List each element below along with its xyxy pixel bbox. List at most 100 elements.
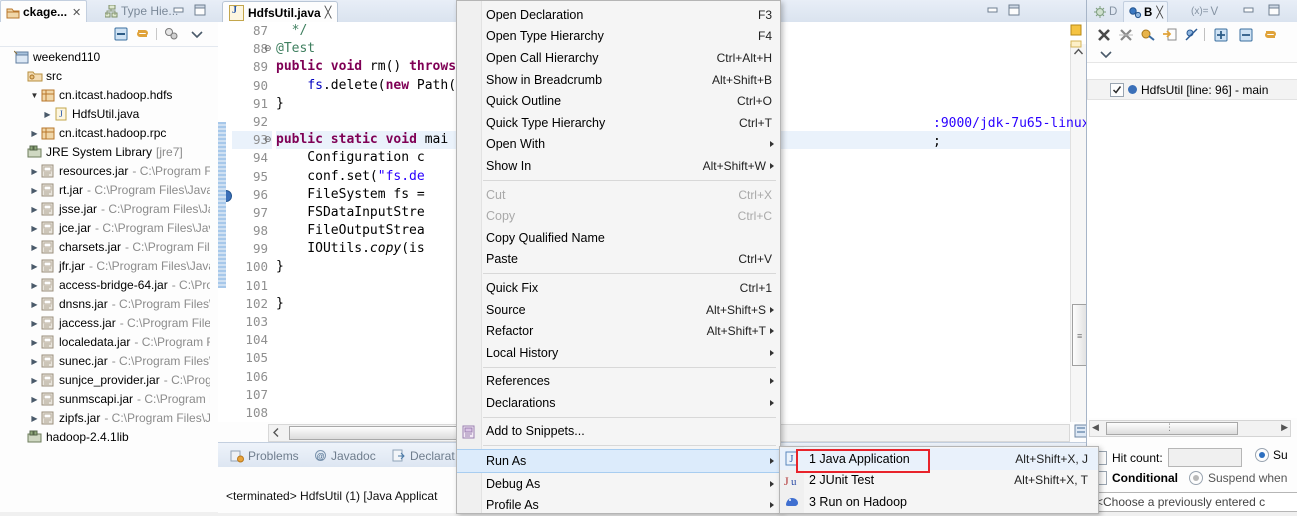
- suspend-thread-group[interactable]: Su: [1255, 448, 1288, 462]
- hit-count-input[interactable]: [1167, 448, 1242, 467]
- tree-item[interactable]: ▶ cn.itcast.hadoop.rpc: [0, 124, 210, 143]
- tree-item[interactable]: ▶ dnsns.jar- C:\Program Files\Ja: [0, 295, 210, 314]
- menu-item-quick-type-hierarchy[interactable]: Quick Type Hierarchy Ctrl+T: [457, 112, 780, 134]
- tab-breakpoints[interactable]: B ╳: [1123, 1, 1168, 23]
- skip-all-breakpoints-icon[interactable]: [1184, 27, 1200, 43]
- package-explorer-tree[interactable]: weekend110 src ▼ cn.itcast.hadoop.hdfs ▶ J Hdf…: [0, 48, 210, 512]
- condition-combo[interactable]: <Choose a previously entered c: [1091, 492, 1297, 512]
- link-with-editor-icon[interactable]: [135, 26, 151, 42]
- tree-item[interactable]: ▶ jaccess.jar- C:\Program Files\: [0, 314, 210, 333]
- tree-item[interactable]: ▶ jce.jar- C:\Program Files\Java': [0, 219, 210, 238]
- submenu-item-2-junit-test[interactable]: Ju 2 JUnit Test Alt+Shift+X, T: [780, 470, 1098, 492]
- chevron-right-icon[interactable]: ▶: [29, 314, 40, 333]
- context-menu-items[interactable]: Open Declaration F3 Open Type Hierarchy F4 O…: [457, 4, 780, 516]
- menu-item-open-declaration[interactable]: Open Declaration F3: [457, 4, 780, 26]
- chevron-right-icon[interactable]: ▶: [29, 257, 40, 276]
- menu-item-open-type-hierarchy[interactable]: Open Type Hierarchy F4: [457, 26, 780, 48]
- tree-item[interactable]: weekend110: [0, 48, 210, 67]
- breakpoint-checkbox[interactable]: [1110, 82, 1124, 97]
- chevron-right-icon[interactable]: ▶: [29, 276, 40, 295]
- maximize-icon[interactable]: [193, 3, 207, 17]
- run-as-submenu[interactable]: J 1 Java Application Alt+Shift+X, J Ju 2 JUn…: [779, 446, 1099, 514]
- editor-context-menu[interactable]: Open Declaration F3 Open Type Hierarchy F4 O…: [456, 0, 781, 514]
- menu-item-run-as[interactable]: Run As: [457, 449, 780, 473]
- chevron-right-icon[interactable]: ▶: [29, 333, 40, 352]
- menu-item-debug-as[interactable]: Debug As: [457, 473, 780, 495]
- focus-icon[interactable]: [163, 26, 179, 42]
- chevron-right-icon[interactable]: ▶: [42, 105, 53, 124]
- chevron-right-icon[interactable]: ▶: [29, 200, 40, 219]
- tab-declaration[interactable]: Declarat: [386, 445, 461, 466]
- tree-item[interactable]: hadoop-2.4.1lib: [0, 428, 210, 447]
- submenu-item-1-java-application[interactable]: J 1 Java Application Alt+Shift+X, J: [780, 448, 1098, 470]
- close-icon[interactable]: ╳: [325, 6, 332, 19]
- tab-type-hierarchy[interactable]: Type Hie...: [100, 0, 183, 22]
- menu-item-copy-qualified-name[interactable]: Copy Qualified Name: [457, 227, 780, 249]
- menu-item-declarations[interactable]: Declarations: [457, 392, 780, 414]
- expand-all-icon[interactable]: [1213, 27, 1229, 43]
- close-icon[interactable]: ╳: [1156, 6, 1163, 19]
- breakpoints-hscrollbar-thumb[interactable]: ⋮: [1106, 422, 1238, 435]
- tree-item[interactable]: ▶ sunec.jar- C:\Program Files\Ja: [0, 352, 210, 371]
- breakpoints-list[interactable]: HdfsUtil [line: 96] - main: [1087, 62, 1297, 418]
- chevron-right-icon[interactable]: ▶: [29, 238, 40, 257]
- scroll-right-icon[interactable]: ▶: [1281, 422, 1288, 433]
- tree-item[interactable]: ▶ sunjce_provider.jar- C:\Progra: [0, 371, 210, 390]
- menu-item-references[interactable]: References: [457, 371, 780, 393]
- right-maximize-icon[interactable]: [1267, 3, 1281, 17]
- submenu-item-3-run-on-hadoop[interactable]: 3 Run on Hadoop: [780, 491, 1098, 513]
- right-minimize-icon[interactable]: [1242, 3, 1256, 17]
- tree-item[interactable]: ▶ resources.jar- C:\Program File: [0, 162, 210, 181]
- chevron-right-icon[interactable]: ▶: [29, 352, 40, 371]
- tree-item[interactable]: ▶ jsse.jar- C:\Program Files\Java: [0, 200, 210, 219]
- chevron-right-icon[interactable]: ▶: [29, 371, 40, 390]
- menu-item-add-to-snippets[interactable]: Add to Snippets...: [457, 421, 780, 443]
- submenu-items[interactable]: J 1 Java Application Alt+Shift+X, J Ju 2 JUn…: [780, 448, 1098, 513]
- remove-all-breakpoints-icon[interactable]: [1118, 27, 1134, 43]
- tree-item[interactable]: ▶ zipfs.jar- C:\Program Files\Jav: [0, 409, 210, 428]
- editor-maximize-icon[interactable]: [1007, 3, 1021, 17]
- collapse-all-icon[interactable]: [1238, 27, 1254, 43]
- menu-item-profile-as[interactable]: Profile As: [457, 494, 780, 516]
- breakpoints-hscrollbar[interactable]: ◀ ⋮ ▶: [1089, 420, 1291, 437]
- menu-item-paste[interactable]: Paste Ctrl+V: [457, 249, 780, 271]
- tab-debug[interactable]: D: [1089, 1, 1121, 22]
- link-with-debug-view-icon[interactable]: [1140, 27, 1156, 43]
- tree-item[interactable]: ▶ access-bridge-64.jar- C:\Prog: [0, 276, 210, 295]
- minimize-icon[interactable]: [172, 3, 186, 17]
- chevron-right-icon[interactable]: ▶: [29, 219, 40, 238]
- tree-item[interactable]: ▶ charsets.jar- C:\Program Files: [0, 238, 210, 257]
- scroll-left-icon[interactable]: ◀: [1092, 422, 1099, 433]
- editor-scrollbar-thumb[interactable]: ≡: [1072, 304, 1086, 366]
- tab-variables[interactable]: (x)= V: [1187, 1, 1222, 22]
- chevron-right-icon[interactable]: ▶: [29, 162, 40, 181]
- editor-tab-hdfsutil[interactable]: HdfsUtil.java ╳: [222, 1, 339, 23]
- view-menu-icon[interactable]: [189, 26, 205, 42]
- chevron-right-icon[interactable]: ▶: [29, 181, 40, 200]
- menu-item-quick-fix[interactable]: Quick Fix Ctrl+1: [457, 277, 780, 299]
- tree-item[interactable]: JRE System Library [jre7]: [0, 143, 210, 162]
- tree-item[interactable]: ▶ J HdfsUtil.java: [0, 105, 210, 124]
- tree-item[interactable]: ▶ localedata.jar- C:\Program Fil: [0, 333, 210, 352]
- tree-item[interactable]: src: [0, 67, 210, 86]
- menu-item-local-history[interactable]: Local History: [457, 342, 780, 364]
- scroll-left-icon[interactable]: [271, 427, 281, 438]
- editor-marker-column[interactable]: [218, 22, 232, 422]
- close-icon[interactable]: ✕: [72, 6, 81, 19]
- tree-item[interactable]: ▼ cn.itcast.hadoop.hdfs: [0, 86, 210, 105]
- chevron-right-icon[interactable]: ▶: [29, 295, 40, 314]
- chevron-right-icon[interactable]: ▶: [29, 124, 40, 143]
- tab-javadoc[interactable]: @ Javadoc: [308, 445, 382, 466]
- remove-breakpoint-icon[interactable]: [1096, 27, 1112, 43]
- menu-item-quick-outline[interactable]: Quick Outline Ctrl+O: [457, 90, 780, 112]
- tab-package-explorer[interactable]: ckage... ✕: [0, 0, 88, 23]
- fold-collapse-icon[interactable]: ⊖: [264, 43, 272, 54]
- tab-problems[interactable]: Problems: [224, 445, 305, 466]
- tree-item[interactable]: ▶ rt.jar - C:\Program Files\Java\j: [0, 181, 210, 200]
- chevron-down-icon[interactable]: ▼: [29, 86, 40, 105]
- menu-item-source[interactable]: Source Alt+Shift+S: [457, 299, 780, 321]
- editor-vertical-scrollbar[interactable]: ≡: [1070, 44, 1086, 422]
- menu-item-open-call-hierarchy[interactable]: Open Call Hierarchy Ctrl+Alt+H: [457, 47, 780, 69]
- menu-item-show-in[interactable]: Show In Alt+Shift+W: [457, 155, 780, 177]
- tree-item[interactable]: ▶ sunmscapi.jar- C:\Program Fil: [0, 390, 210, 409]
